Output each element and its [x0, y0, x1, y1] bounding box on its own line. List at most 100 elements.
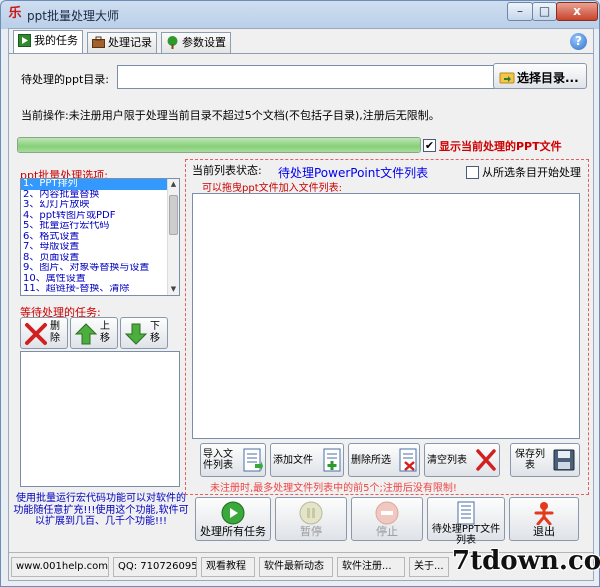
- arrow-down-icon: [124, 323, 148, 345]
- select-directory-label: 选择目录...: [517, 71, 579, 85]
- waiting-task-list[interactable]: [20, 351, 180, 487]
- list-item[interactable]: 6、格式设置: [21, 232, 179, 243]
- delete-doc-icon: [399, 448, 417, 472]
- clear-list-label: 清空列表: [427, 455, 467, 466]
- add-file-button[interactable]: 添加文件: [270, 443, 344, 477]
- scroll-up-icon[interactable]: ▲: [168, 179, 179, 190]
- main-panel: 我的任务 处理记录 参数设置 ? 待处理的ppt目录: 选择目录... 当前操作…: [8, 28, 594, 581]
- list-item[interactable]: 4、ppt转图片或PDF: [21, 211, 179, 222]
- register-link[interactable]: 软件注册...: [337, 557, 405, 577]
- options-list[interactable]: 1、PPT排列 2、内容批量替换 3、幻灯片放映 4、ppt转图片或PDF 5、…: [20, 178, 180, 296]
- clear-x-icon: [476, 449, 496, 471]
- list-item[interactable]: 10、属性设置: [21, 274, 179, 285]
- delete-task-button[interactable]: 删除: [20, 317, 68, 349]
- pause-label: 暂停: [300, 525, 322, 538]
- list-status-label: 当前列表状态:: [192, 164, 262, 177]
- add-doc-icon: [323, 448, 341, 472]
- process-all-button[interactable]: 处理所有任务: [195, 497, 271, 541]
- tab-history[interactable]: 处理记录: [87, 32, 157, 53]
- directory-input[interactable]: [117, 65, 495, 89]
- stop-button[interactable]: 停止: [351, 497, 423, 541]
- title-bar[interactable]: 乐 ppt批量处理大师 – □ x: [1, 1, 599, 27]
- select-directory-button[interactable]: 选择目录...: [493, 63, 587, 89]
- list-item[interactable]: 5、批量运行宏代码: [21, 221, 179, 232]
- list-item[interactable]: 1、PPT排列: [21, 179, 168, 190]
- app-window: 乐 ppt批量处理大师 – □ x 我的任务 处理记录 参数设置 ? 待处理的p…: [0, 0, 600, 587]
- scroll-thumb[interactable]: [169, 195, 178, 235]
- list-item[interactable]: 2、内容批量替换: [21, 190, 179, 201]
- import-list-button[interactable]: 导入文件列表: [200, 443, 266, 477]
- window-title: ppt批量处理大师: [27, 9, 119, 23]
- options-scrollbar[interactable]: ▲ ▼: [167, 179, 179, 295]
- file-list-group: 当前列表状态: 待处理PowerPoint文件列表 可以拖曳ppt文件加入文件列…: [185, 159, 589, 495]
- help-icon[interactable]: ?: [570, 33, 587, 50]
- list-item[interactable]: 7、母版设置: [21, 242, 179, 253]
- move-up-button[interactable]: 上移: [70, 317, 118, 349]
- drag-hint: 可以拖曳ppt文件加入文件列表:: [202, 183, 342, 194]
- pending-list-button[interactable]: 待处理PPT文件列表: [427, 497, 505, 546]
- exit-person-icon: [534, 502, 554, 525]
- list-doc-icon: [457, 501, 475, 525]
- play-circle-icon: [221, 501, 245, 525]
- list-item[interactable]: 11、超链接-替换、清除: [21, 284, 179, 295]
- start-from-selected-label[interactable]: 从所选条目开始处理: [482, 164, 581, 180]
- arrow-up-icon: [74, 323, 98, 345]
- watermark-text: 7tdown.com: [452, 546, 600, 576]
- ppt-file-list[interactable]: [192, 193, 580, 439]
- stop-label: 停止: [376, 525, 398, 538]
- delete-selected-label: 删除所选: [351, 455, 391, 466]
- maximize-button[interactable]: □: [532, 2, 557, 21]
- list-item[interactable]: 9、图片、对象等替换与设置: [21, 263, 179, 274]
- list-item[interactable]: 3、幻灯片放映: [21, 200, 179, 211]
- move-down-label: 下移: [150, 321, 160, 344]
- exit-button[interactable]: 退出: [509, 497, 579, 541]
- directory-label: 待处理的ppt目录:: [21, 73, 109, 86]
- site-link[interactable]: www.001help.com: [11, 557, 109, 577]
- process-all-label: 处理所有任务: [200, 525, 266, 538]
- tab-divider: [9, 53, 593, 54]
- folder-arrow-icon: [499, 72, 515, 84]
- delete-task-label: 删除: [50, 321, 60, 344]
- pause-icon: [299, 501, 323, 525]
- macro-note: 使用批量运行宏代码功能可以对软件的功能随任意扩充!!!使用这个功能,软件可以扩展…: [13, 493, 189, 527]
- qq-text: QQ: 710726095: [113, 557, 197, 577]
- import-list-label: 导入文件列表: [203, 449, 233, 471]
- progress-fill: [18, 138, 420, 152]
- tab-label: 我的任务: [34, 34, 78, 47]
- add-file-label: 添加文件: [273, 455, 313, 466]
- news-link[interactable]: 软件最新动态: [259, 557, 333, 577]
- app-logo-icon: 乐: [8, 6, 22, 21]
- pending-list-label: 待处理PPT文件列表: [431, 524, 501, 546]
- tab-label: 参数设置: [182, 36, 226, 49]
- play-icon: [18, 34, 31, 47]
- about-link[interactable]: 关于...: [409, 557, 449, 577]
- save-list-button[interactable]: 保存列表: [510, 443, 580, 477]
- minimize-button[interactable]: –: [507, 2, 533, 21]
- close-button[interactable]: x: [556, 2, 598, 21]
- limit-note: 未注册时,最多处理文件列表中的前5个;注册后没有限制!: [210, 483, 457, 494]
- clear-list-button[interactable]: 清空列表: [424, 443, 500, 477]
- move-down-button[interactable]: 下移: [120, 317, 168, 349]
- show-current-label[interactable]: 显示当前处理的PPT文件: [439, 138, 562, 154]
- start-from-selected-checkbox[interactable]: [466, 166, 479, 179]
- delete-selected-button[interactable]: 删除所选: [348, 443, 420, 477]
- tab-settings[interactable]: 参数设置: [161, 32, 231, 53]
- list-item[interactable]: 8、页面设置: [21, 253, 179, 264]
- save-list-label: 保存列表: [515, 449, 545, 471]
- tab-label: 处理记录: [108, 36, 152, 49]
- red-x-icon: [25, 323, 47, 345]
- progress-bar: [17, 137, 421, 153]
- tutorial-link[interactable]: 观看教程: [201, 557, 255, 577]
- show-current-checkbox[interactable]: ✔: [423, 139, 436, 152]
- pause-button[interactable]: 暂停: [275, 497, 347, 541]
- move-up-label: 上移: [100, 321, 110, 344]
- tree-icon: [167, 36, 178, 49]
- exit-label: 退出: [533, 525, 555, 538]
- tab-my-tasks[interactable]: 我的任务: [13, 30, 83, 53]
- floppy-disk-icon: [553, 449, 575, 471]
- import-doc-icon: [243, 448, 263, 472]
- scroll-down-icon[interactable]: ▼: [168, 284, 179, 295]
- current-operation-text: 当前操作:未注册用户限于处理当前目录不超过5个文档(不包括子目录),注册后无限制…: [21, 109, 440, 122]
- stop-icon: [375, 501, 399, 525]
- briefcase-icon: [92, 36, 105, 48]
